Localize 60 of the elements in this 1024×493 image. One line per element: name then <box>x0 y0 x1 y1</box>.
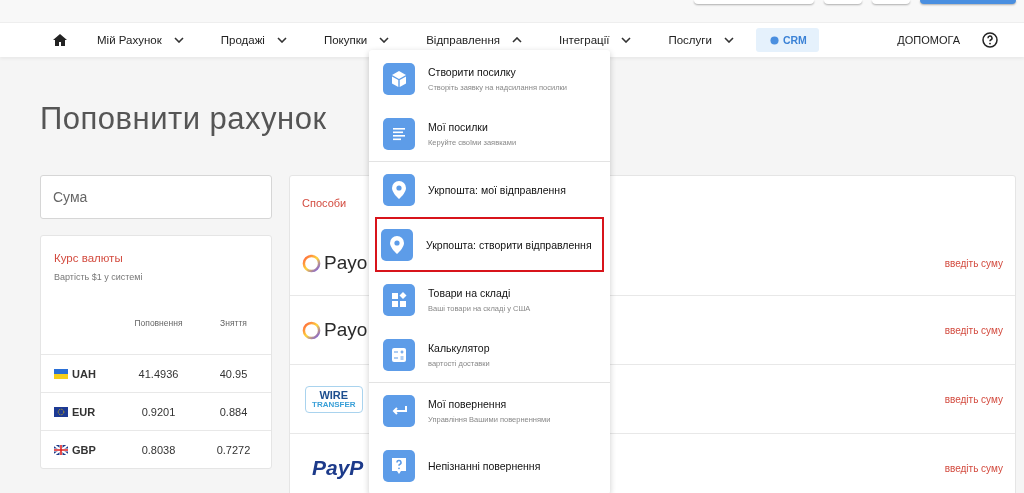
currency-code: UAH <box>72 367 96 380</box>
dot-icon <box>769 35 779 45</box>
menu-item[interactable]: Непізнанні повернення <box>369 438 610 493</box>
payment-logo: Payo <box>324 252 368 274</box>
nav-menu-item[interactable]: Послуги <box>668 34 734 46</box>
menu-item-icon <box>383 394 415 427</box>
chevron-down-icon <box>276 37 287 43</box>
menu-item-icon <box>383 62 415 95</box>
chevron-up-icon <box>512 37 522 43</box>
flag-icon <box>54 444 68 455</box>
ring-icon <box>302 320 321 340</box>
menu-item-icon <box>383 117 415 150</box>
rates-subtitle: Вартість $1 у системі <box>53 271 144 282</box>
top-button[interactable] <box>872 0 910 4</box>
home-icon[interactable] <box>53 34 67 46</box>
menu-item-icon <box>383 283 415 316</box>
amount-hint: введіть суму <box>944 324 1003 336</box>
top-button[interactable] <box>694 0 814 4</box>
table-cell: 40.95 <box>219 367 248 380</box>
rates-title: Курс валюты <box>53 252 124 264</box>
amount-hint: введіть суму <box>944 257 1003 269</box>
flag-icon <box>54 406 68 417</box>
amount-hint: введіть суму <box>944 462 1003 474</box>
menu-item-icon <box>383 449 415 482</box>
methods-title: Способи <box>302 197 347 209</box>
menu-item[interactable]: Укрпошта: мої відправлення <box>369 162 610 217</box>
flag-icon <box>54 368 68 379</box>
column-header: Поповнення <box>134 318 183 328</box>
chevron-down-icon <box>621 37 632 43</box>
top-button[interactable] <box>920 0 1016 4</box>
help-icon[interactable] <box>982 32 998 48</box>
payment-logo: WIRE TRANSFER <box>305 385 363 413</box>
table-cell: 0.8038 <box>141 443 176 456</box>
help-link[interactable]: ДОПОМОГА <box>897 34 960 46</box>
chevron-down-icon <box>173 37 184 43</box>
menu-item-icon <box>383 338 415 371</box>
ring-icon <box>302 253 321 273</box>
chevron-down-icon <box>379 37 390 43</box>
amount-hint: введіть суму <box>944 393 1003 405</box>
payment-logo: Payo <box>324 319 368 341</box>
payment-logo: PayP <box>312 456 364 480</box>
nav-menu-item[interactable]: Мій Рахунок <box>97 34 184 46</box>
menu-item[interactable]: Укрпошта: створити відправлення <box>375 217 604 272</box>
column-header: Зняття <box>220 318 247 328</box>
table-cell: 0.7272 <box>216 443 251 456</box>
menu-item-icon <box>383 173 415 206</box>
currency-code: GBP <box>72 443 96 456</box>
table-cell: 41.4936 <box>138 367 179 380</box>
currency-code: EUR <box>72 405 96 418</box>
table-cell: 0.884 <box>219 405 248 418</box>
nav-menu-item[interactable]: Відправлення <box>426 34 522 46</box>
nav-menu-item[interactable]: Покупки <box>323 34 390 46</box>
nav-menu-item[interactable]: Продажі <box>220 34 287 46</box>
table-cell: 0.9201 <box>141 405 176 418</box>
top-button[interactable] <box>824 0 862 4</box>
nav-menu-item[interactable]: Інтеграції <box>559 34 632 46</box>
amount-field[interactable]: Сума <box>40 175 272 219</box>
chevron-down-icon <box>723 37 734 43</box>
page-title: Поповнити рахунок <box>40 101 327 137</box>
menu-item-icon <box>381 228 413 261</box>
